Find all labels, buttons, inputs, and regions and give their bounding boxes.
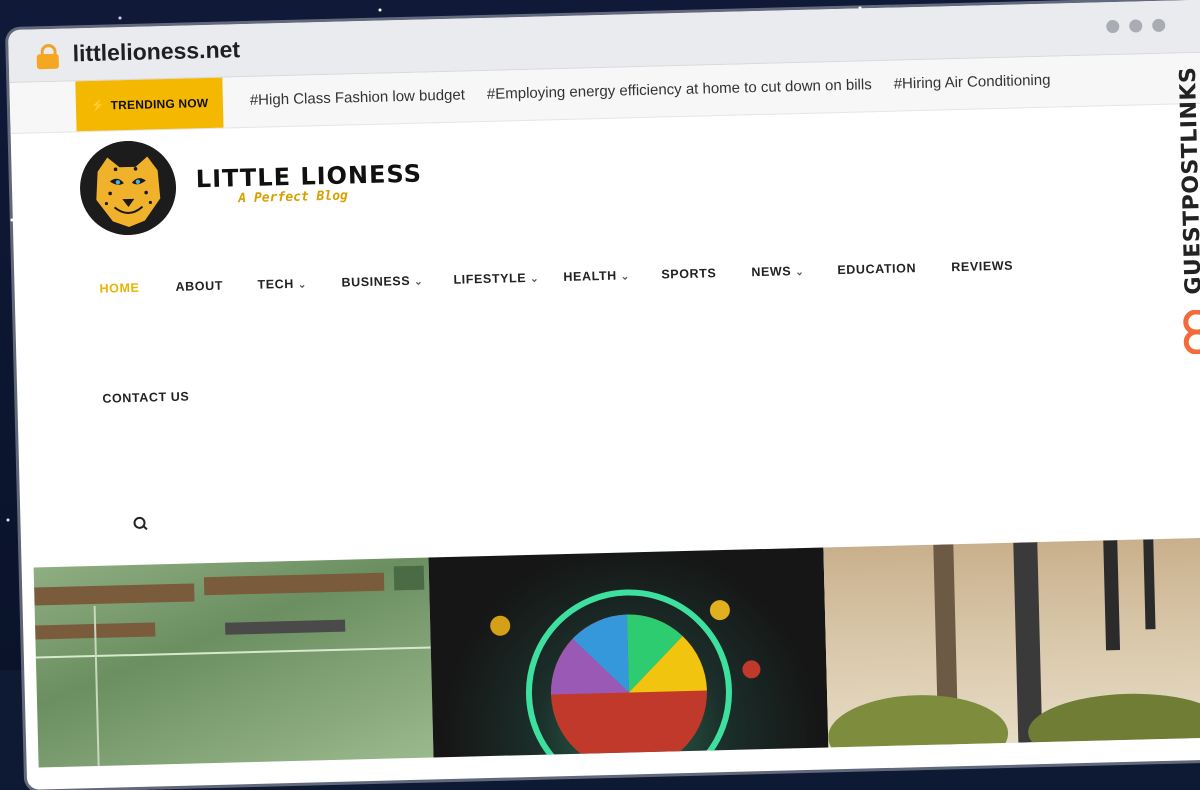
nav-label: SPORTS [661,266,717,282]
nav-item-lifestyle[interactable]: LIFESTYLE ⌄ [453,271,539,287]
nav-label: CONTACT US [102,389,190,406]
site-logo[interactable] [78,139,178,237]
nav-label: ABOUT [175,278,224,294]
featured-post-image-circuit-board[interactable] [33,557,434,768]
nav-item-news[interactable]: NEWS ⌄ [751,264,804,279]
browser-window: littlelioness.net ⚡ TRENDING NOW #High C… [8,0,1200,790]
window-dot-1[interactable] [1106,19,1120,34]
nav-item-education[interactable]: EDUCATION [837,261,916,277]
main-nav: HOME ABOUT TECH ⌄ BUSINESS ⌄ LIFESTYLE ⌄ HE… [99,257,1059,406]
address-bar[interactable]: littlelioness.net [72,36,240,67]
trending-item[interactable]: #Employing energy efficiency at home to … [487,76,872,103]
nav-item-reviews[interactable]: REVIEWS [951,259,1013,275]
trending-list: #High Class Fashion low budget #Employin… [250,72,1051,109]
featured-post-image-office[interactable] [823,537,1200,748]
nav-item-home[interactable]: HOME [99,281,139,296]
chevron-down-icon: ⌄ [530,273,540,285]
featured-posts [33,537,1200,768]
site-name[interactable]: LITTLE LIONESS [195,160,422,194]
nav-label: REVIEWS [951,258,1014,275]
nav-label: HOME [99,280,140,296]
nav-label: BUSINESS [341,273,411,290]
lock-icon [36,43,59,70]
trending-item[interactable]: #High Class Fashion low budget [250,86,465,108]
nav-label: NEWS [751,264,792,280]
nav-item-business[interactable]: BUSINESS ⌄ [341,274,423,290]
chevron-down-icon: ⌄ [414,276,424,288]
nav-item-contact-us[interactable]: CONTACT US [102,390,189,406]
nav-item-tech[interactable]: TECH ⌄ [257,277,307,292]
window-dot-2[interactable] [1129,19,1143,33]
trending-item[interactable]: #Hiring Air Conditioning [894,72,1051,93]
chevron-down-icon: ⌄ [620,271,630,283]
site-header: LITTLE LIONESS A Perfect Blog HOME ABOUT… [11,103,1200,563]
nav-item-health[interactable]: HEALTH ⌄ [563,268,630,284]
chevron-down-icon: ⌄ [297,279,308,291]
nav-label: HEALTH [563,268,617,285]
search-icon[interactable] [133,516,148,531]
nav-item-sports[interactable]: SPORTS [661,266,716,281]
trending-badge: ⚡ TRENDING NOW [75,77,224,132]
nav-label: TECH [257,276,295,292]
watermark-label: GUESTPOSTLINKS [1175,66,1200,295]
lightning-icon: ⚡ [90,98,106,113]
nav-label: LIFESTYLE [453,270,527,287]
window-dot-3[interactable] [1152,18,1166,33]
nav-item-about[interactable]: ABOUT [175,279,223,294]
window-controls [1106,18,1166,34]
featured-post-image-roulette[interactable] [428,547,829,758]
trending-label: TRENDING NOW [110,95,209,113]
link-icon [1183,309,1200,355]
nav-label: EDUCATION [837,261,917,278]
chevron-down-icon: ⌄ [795,266,805,279]
site-tagline: A Perfect Blog [238,188,349,207]
